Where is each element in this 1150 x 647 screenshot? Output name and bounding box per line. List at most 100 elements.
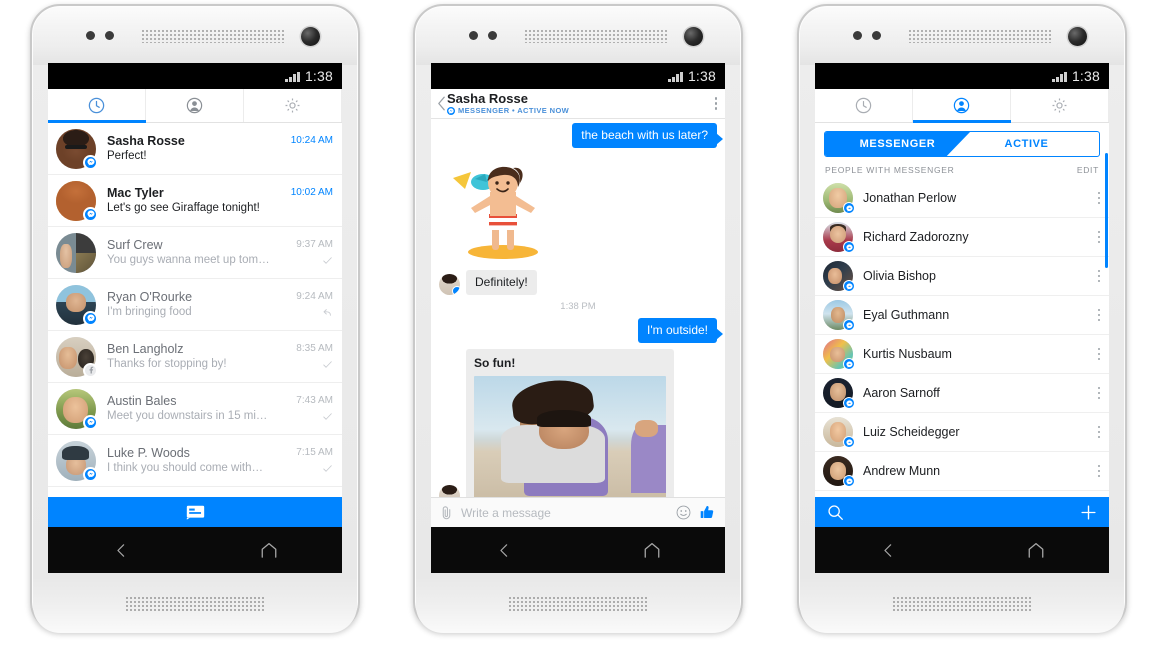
signal-bars-icon [1052, 71, 1067, 82]
table-row[interactable]: Ben Langholz Thanks for stopping by! 8:3… [48, 331, 342, 383]
thread-snippet: Meet you downstairs in 15 mi… [107, 409, 268, 422]
beach-piggyback-photo[interactable] [474, 376, 666, 497]
list-item[interactable]: Olivia Bishop [815, 257, 1109, 296]
android-nav-bar[interactable] [815, 527, 1109, 573]
thread-time: 10:24 AM [290, 134, 333, 146]
kebab-menu-icon[interactable] [714, 97, 717, 110]
segmented-control[interactable]: MESSENGER ACTIVE [824, 131, 1100, 157]
scrollbar[interactable] [1105, 153, 1108, 268]
people-list[interactable]: Jonathan Perlow Richard Zadorozny Olivia… [815, 179, 1109, 491]
main-tab-bar [815, 89, 1109, 123]
avatar [56, 388, 98, 430]
thread-snippet: I'm bringing food [107, 305, 192, 318]
table-row[interactable]: Sasha Rosse Perfect! 10:24 AM [48, 123, 342, 175]
home-button[interactable] [195, 542, 342, 558]
thread-snippet: Thanks for stopping by! [107, 357, 227, 370]
message-row: the beach with us later? [431, 123, 725, 148]
people-action-bar[interactable] [815, 497, 1109, 527]
message-composer[interactable]: Write a message [431, 497, 725, 527]
plus-icon[interactable] [1080, 504, 1097, 521]
clock-icon [88, 97, 105, 114]
messenger-badge-icon [83, 154, 98, 170]
tab-settings[interactable] [1011, 89, 1109, 122]
kebab-menu-icon[interactable] [1097, 308, 1100, 322]
back-button[interactable] [435, 96, 447, 111]
thread-name: Sasha Rosse [107, 133, 185, 148]
list-item[interactable]: Andrew Munn [815, 452, 1109, 491]
screenshot-stage: 1:38 Sasha Rosse Perfect! 10:24 AM Mac T… [0, 0, 1150, 647]
paperclip-icon[interactable] [440, 505, 453, 520]
page-title: Sasha Rosse [447, 91, 528, 106]
list-item[interactable]: Eyal Guthmann [815, 296, 1109, 335]
tab-recents[interactable] [48, 89, 146, 122]
home-icon [644, 542, 659, 558]
messenger-badge-icon [843, 358, 855, 370]
list-item[interactable]: Luiz Scheidegger [815, 413, 1109, 452]
segment-active[interactable]: ACTIVE [954, 132, 1099, 156]
tab-settings[interactable] [244, 89, 342, 122]
kebab-menu-icon[interactable] [1097, 230, 1100, 244]
kebab-menu-icon[interactable] [1097, 425, 1100, 439]
message-input[interactable]: Write a message [461, 506, 668, 520]
thread-status [281, 306, 333, 320]
search-icon[interactable] [827, 504, 844, 521]
home-button[interactable] [578, 542, 725, 558]
kebab-menu-icon[interactable] [1097, 269, 1100, 283]
conversation-header: Sasha Rosse MESSENGER • ACTIVE NOW [431, 89, 725, 119]
list-item[interactable]: Jonathan Perlow [815, 179, 1109, 218]
check-icon [323, 465, 332, 472]
front-camera-icon [1068, 27, 1087, 46]
phone-top-bezel [416, 7, 740, 65]
list-item[interactable]: Aaron Sarnoff [815, 374, 1109, 413]
kebab-menu-icon[interactable] [1097, 386, 1100, 400]
home-button[interactable] [962, 542, 1109, 558]
android-nav-bar[interactable] [48, 527, 342, 573]
avatar [56, 336, 98, 378]
facebook-badge-icon [83, 362, 98, 378]
tab-recents[interactable] [815, 89, 913, 122]
person-icon [953, 97, 970, 114]
kebab-menu-icon[interactable] [1097, 347, 1100, 361]
thread-snippet: I think you should come with… [107, 461, 263, 474]
thread-name: Luke P. Woods [107, 445, 190, 460]
messenger-badge-icon [83, 206, 98, 222]
message-list[interactable]: the beach with us later? Definitely! 1:3… [431, 119, 725, 497]
photo-message-card[interactable]: So fun! [466, 349, 674, 497]
tab-people[interactable] [146, 89, 244, 122]
list-item[interactable]: Richard Zadorozny [815, 218, 1109, 257]
app-viewport-1: Sasha Rosse Perfect! 10:24 AM Mac Tyler … [48, 89, 342, 527]
android-nav-bar[interactable] [431, 527, 725, 573]
message-bubble-incoming: Definitely! [466, 270, 537, 295]
message-timestamp: 1:38 PM [560, 301, 596, 312]
table-row[interactable]: Austin Bales Meet you downstairs in 15 m… [48, 383, 342, 435]
new-message-bar[interactable] [48, 497, 342, 527]
bottom-speaker-grille [892, 596, 1032, 611]
avatar [823, 300, 855, 331]
messenger-badge-icon [843, 280, 855, 292]
thread-list[interactable]: Sasha Rosse Perfect! 10:24 AM Mac Tyler … [48, 123, 342, 487]
table-row[interactable]: Surf Crew You guys wanna meet up tom… 9:… [48, 227, 342, 279]
back-button[interactable] [431, 542, 578, 559]
kebab-menu-icon[interactable] [1097, 191, 1100, 205]
thumbs-up-icon[interactable] [699, 504, 716, 521]
tab-people[interactable] [913, 89, 1011, 122]
thread-time: 7:15 AM [296, 446, 333, 458]
back-button[interactable] [48, 542, 195, 559]
kebab-menu-icon[interactable] [1097, 464, 1100, 478]
list-item[interactable]: Kurtis Nusbaum [815, 335, 1109, 374]
table-row[interactable]: Ryan O'Rourke I'm bringing food 9:24 AM [48, 279, 342, 331]
back-button[interactable] [815, 542, 962, 559]
table-row[interactable]: Luke P. Woods I think you should come wi… [48, 435, 342, 487]
message-row: Definitely! [431, 270, 725, 295]
edit-button[interactable]: EDIT [1077, 165, 1099, 175]
bottom-speaker-grille [125, 596, 265, 611]
table-row[interactable]: Mac Tyler Let's go see Giraffage tonight… [48, 175, 342, 227]
messenger-badge-icon [843, 397, 855, 409]
emoji-smiley-icon[interactable] [676, 505, 691, 520]
phone-front-face: 1:38 Sasha Rosse MESSENGER • ACTIVE NOW [431, 63, 725, 573]
person-name: Luiz Scheidegger [863, 425, 960, 439]
thread-name: Mac Tyler [107, 185, 164, 200]
status-clock: 1:38 [687, 68, 716, 84]
segment-messenger[interactable]: MESSENGER [825, 132, 970, 156]
thread-snippet: Let's go see Giraffage tonight! [107, 201, 260, 214]
